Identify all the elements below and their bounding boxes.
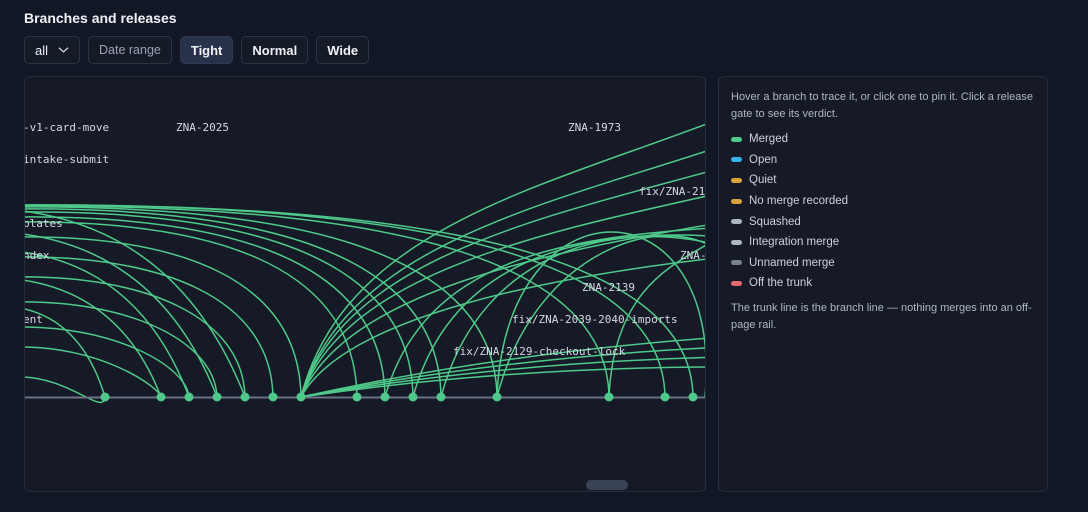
branch-label[interactable]: -v1-card-move: [25, 121, 109, 134]
branch-label[interactable]: fix/ZNA-2129-checkout-lock: [453, 345, 626, 358]
branch-label[interactable]: ZNA-1973: [568, 121, 621, 134]
branch-arc[interactable]: [25, 206, 498, 398]
branch-label[interactable]: intake-submit: [25, 153, 109, 166]
branch-arc[interactable]: [25, 236, 302, 398]
branch-label[interactable]: plates: [25, 217, 63, 230]
density-wide-button[interactable]: Wide: [316, 36, 370, 64]
legend-item-squashed: Squashed: [731, 211, 1035, 232]
merge-node[interactable]: [660, 392, 670, 402]
branch-label[interactable]: ndex: [25, 249, 50, 262]
legend-swatch: [731, 177, 742, 183]
legend-item-no-merge: No merge recorded: [731, 191, 1035, 212]
branch-arcs: [25, 123, 706, 404]
merge-node[interactable]: [184, 392, 194, 402]
branch-arc[interactable]: [300, 366, 706, 398]
merge-node[interactable]: [212, 392, 222, 402]
legend-swatch: [731, 198, 742, 204]
merge-node[interactable]: [156, 392, 166, 402]
horizontal-scrollbar-thumb[interactable]: [586, 480, 628, 490]
branch-label[interactable]: ZNA-2025: [176, 121, 229, 134]
branch-graph-canvas[interactable]: -v1-card-move ZNA-2025 ZNA-1973 intake-s…: [25, 77, 706, 492]
branch-arc[interactable]: [25, 276, 246, 398]
legend-swatch: [731, 260, 742, 266]
legend-swatch: [731, 136, 742, 142]
legend-item-unnamed-merge: Unnamed merge: [731, 253, 1035, 274]
legend-swatch: [731, 280, 742, 286]
branch-graph[interactable]: -v1-card-move ZNA-2025 ZNA-1973 intake-s…: [24, 76, 706, 492]
legend-swatch: [731, 157, 742, 163]
legend-item-integration-merge: Integration merge: [731, 232, 1035, 253]
toolbar: all Date range Tight Normal Wide: [24, 36, 370, 64]
density-normal-button[interactable]: Normal: [241, 36, 309, 64]
merge-node[interactable]: [268, 392, 278, 402]
branch-label[interactable]: ZNA-2139: [582, 281, 635, 294]
merge-node[interactable]: [100, 392, 110, 402]
branch-arc[interactable]: [25, 251, 190, 398]
density-tight-button[interactable]: Tight: [179, 36, 234, 64]
merge-node[interactable]: [604, 392, 614, 402]
date-range-button[interactable]: Date range: [88, 36, 172, 64]
merge-node[interactable]: [436, 392, 446, 402]
merge-node[interactable]: [240, 392, 250, 402]
legend-note: The trunk line is the branch line — noth…: [731, 301, 1032, 332]
branch-label[interactable]: ZNA-: [680, 249, 706, 262]
merge-node[interactable]: [352, 392, 362, 402]
legend-item-off-trunk: Off the trunk: [731, 273, 1035, 294]
branch-filter-select[interactable]: all: [24, 36, 80, 64]
merge-node[interactable]: [296, 392, 306, 402]
merge-node[interactable]: [380, 392, 390, 402]
branch-arc[interactable]: [25, 221, 358, 398]
branch-label[interactable]: fix/ZNA-2039-2040-imports: [512, 313, 678, 326]
merge-node[interactable]: [408, 392, 418, 402]
legend-hint: Hover a branch to trace it, or click one…: [731, 91, 1034, 120]
branch-label[interactable]: ent: [25, 313, 43, 326]
chevron-down-icon: [58, 47, 69, 53]
legend-item-merged: Merged: [731, 129, 1035, 150]
legend-swatch: [731, 219, 742, 225]
branch-arc[interactable]: [300, 167, 706, 398]
merge-node[interactable]: [492, 392, 502, 402]
page-title: Branches and releases: [24, 10, 177, 26]
merge-node[interactable]: [688, 392, 698, 402]
legend-item-open: Open: [731, 150, 1035, 171]
branch-filter-value: all: [35, 42, 49, 58]
branch-arc[interactable]: [25, 346, 162, 398]
branch-arc[interactable]: [25, 376, 106, 404]
legend-panel: Hover a branch to trace it, or click one…: [718, 76, 1048, 492]
legend-swatch: [731, 239, 742, 245]
legend-item-quiet: Quiet: [731, 170, 1035, 191]
branch-label[interactable]: fix/ZNA-21: [639, 185, 705, 198]
